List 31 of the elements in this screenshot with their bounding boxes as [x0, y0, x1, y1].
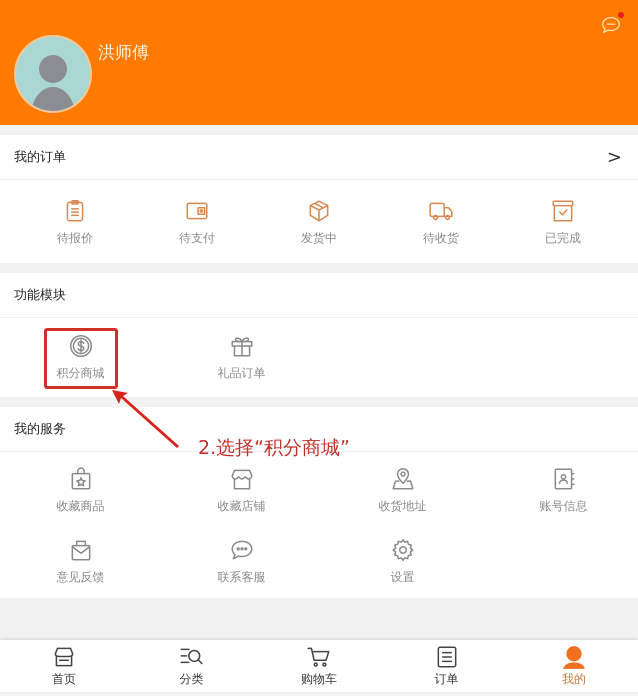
coin-icon [68, 333, 94, 359]
section-title: 我的订单 [14, 149, 66, 166]
more-link[interactable]: > [606, 146, 622, 168]
service-item[interactable]: 账号信息 [540, 462, 588, 519]
section-title: 我的服务 [14, 421, 66, 438]
order-status-item[interactable]: 待支付 [179, 194, 215, 251]
service-item[interactable]: 设置 [390, 533, 416, 590]
service-item[interactable]: 联系客服 [218, 533, 266, 590]
service-item[interactable]: 意见反馈 [56, 533, 104, 590]
checked-box-icon [550, 198, 576, 224]
nav-tab[interactable]: 我的 [510, 640, 638, 692]
nav-tab[interactable]: 购物车 [255, 640, 383, 692]
section-title: 功能模块 [14, 287, 66, 304]
nav-tab[interactable]: 订单 [382, 640, 510, 692]
annotation-text: 2.选择“积分商城” [198, 436, 350, 461]
order-status-item[interactable]: 待报价 [57, 194, 93, 251]
order-status-item[interactable]: 发货中 [301, 194, 337, 251]
person-icon [561, 644, 588, 670]
order-status-item[interactable]: 已完成 [545, 194, 581, 251]
map-pin-icon [390, 466, 416, 492]
chat-bubble-icon [600, 14, 622, 36]
service-item[interactable]: 收货地址 [378, 462, 426, 519]
order-status-item[interactable]: 待收货 [423, 194, 459, 251]
function-item[interactable]: 积分商城 [44, 328, 118, 389]
service-item[interactable]: 收藏商品 [56, 462, 104, 519]
service-item[interactable]: 收藏店铺 [218, 462, 266, 519]
user-name: 洪师傅 [98, 42, 149, 64]
nav-tab[interactable]: 首页 [0, 640, 128, 692]
settings-icon [390, 537, 416, 563]
nav-tab[interactable]: 分类 [128, 640, 256, 692]
function-item[interactable]: 礼品订单 [204, 328, 278, 389]
